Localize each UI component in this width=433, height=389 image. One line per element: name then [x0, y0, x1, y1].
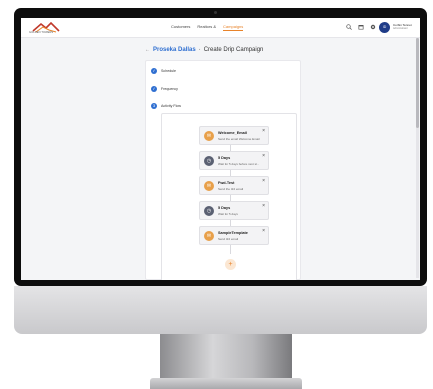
flow-node-email[interactable]: ✉ Fwd-Test Send the 3rd email ×	[199, 176, 269, 195]
nav-customers[interactable]: Customers	[171, 24, 190, 31]
page-title: Create Drip Campaign	[203, 47, 264, 53]
step-label: Schedule	[161, 69, 176, 73]
monitor-foot	[150, 378, 302, 389]
monitor-chin	[14, 286, 427, 334]
clock-icon: ◷	[204, 206, 214, 216]
monitor-mockup: GOLDEN TOWERS Customers Realtors & Campa…	[0, 0, 433, 389]
avatar[interactable]: ID	[379, 22, 390, 33]
add-step-button[interactable]: +	[225, 259, 236, 270]
header-icons	[346, 24, 376, 30]
activity-flow-canvas: ✉ Welcome_Email Send the email Welcome E…	[161, 113, 297, 280]
breadcrumb-separator: ·	[198, 47, 201, 53]
close-icon[interactable]: ×	[262, 179, 265, 184]
node-subtitle: Send 3rd email	[218, 237, 239, 241]
step-schedule[interactable]: ✓ Schedule	[151, 68, 176, 74]
node-title: Welcome_Email	[218, 131, 247, 135]
logo-text: GOLDEN TOWERS	[29, 31, 54, 34]
search-icon[interactable]	[346, 24, 352, 30]
node-subtitle: Wait for 5 days	[218, 212, 238, 216]
main-nav: Customers Realtors & Campaigns	[171, 24, 244, 31]
page-scrollbar[interactable]	[416, 38, 419, 278]
app-screen: GOLDEN TOWERS Customers Realtors & Campa…	[21, 18, 420, 280]
close-icon[interactable]: ×	[262, 204, 265, 209]
node-subtitle: Wait for 5 days before next st...	[218, 162, 260, 166]
node-title: Fwd-Test	[218, 181, 235, 185]
node-title: SampleTemplate	[218, 231, 248, 235]
top-nav-bar: GOLDEN TOWERS Customers Realtors & Campa…	[21, 18, 420, 38]
mail-icon: ✉	[204, 231, 214, 241]
close-icon[interactable]: ×	[262, 154, 265, 159]
flow-node-email[interactable]: ✉ Welcome_Email Send the email Welcome E…	[199, 126, 269, 145]
user-role: Administrator	[393, 27, 408, 30]
step-activity-flow[interactable]: 3 Activity Flow	[151, 103, 181, 109]
camera-dot	[214, 11, 217, 14]
check-icon: ✓	[151, 68, 157, 74]
mail-icon: ✉	[204, 131, 214, 141]
nav-realtors[interactable]: Realtors &	[197, 24, 216, 31]
flow-node-wait[interactable]: ◷ 5 Days Wait for 5 days ×	[199, 201, 269, 220]
step-number-icon: 3	[151, 103, 157, 109]
node-subtitle: Send the email Welcome Email	[218, 137, 260, 141]
breadcrumb: ← Proseka Dallas · Create Drip Campaign	[145, 47, 263, 53]
close-icon[interactable]: ×	[262, 229, 265, 234]
flow-node-wait[interactable]: ◷ 5 Days Wait for 5 days before next st.…	[199, 151, 269, 170]
step-label: Activity Flow	[161, 104, 181, 108]
node-title: 5 Days	[218, 156, 231, 160]
node-subtitle: Send the 3rd email	[218, 187, 244, 191]
close-icon[interactable]: ×	[262, 129, 265, 134]
gear-icon[interactable]	[370, 24, 376, 30]
clock-icon: ◷	[204, 156, 214, 166]
nav-campaigns[interactable]: Campaigns	[223, 24, 244, 31]
flow-node-email[interactable]: ✉ SampleTemplate Send 3rd email ×	[199, 226, 269, 245]
check-icon: ✓	[151, 86, 157, 92]
mail-icon: ✉	[204, 181, 214, 191]
step-label: Frequency	[161, 87, 178, 91]
scrollbar-thumb[interactable]	[416, 38, 419, 128]
node-title: 5 Days	[218, 206, 231, 210]
user-info[interactable]: Corbin Tennet Administrator	[393, 23, 412, 31]
campaign-form-card: ✓ Schedule ✓ Frequency 3 Activity Flow ✉…	[145, 60, 301, 280]
breadcrumb-parent-link[interactable]: Proseka Dallas	[153, 47, 196, 53]
step-frequency[interactable]: ✓ Frequency	[151, 86, 178, 92]
calendar-icon[interactable]	[358, 24, 364, 30]
back-arrow-icon[interactable]: ←	[145, 47, 150, 53]
